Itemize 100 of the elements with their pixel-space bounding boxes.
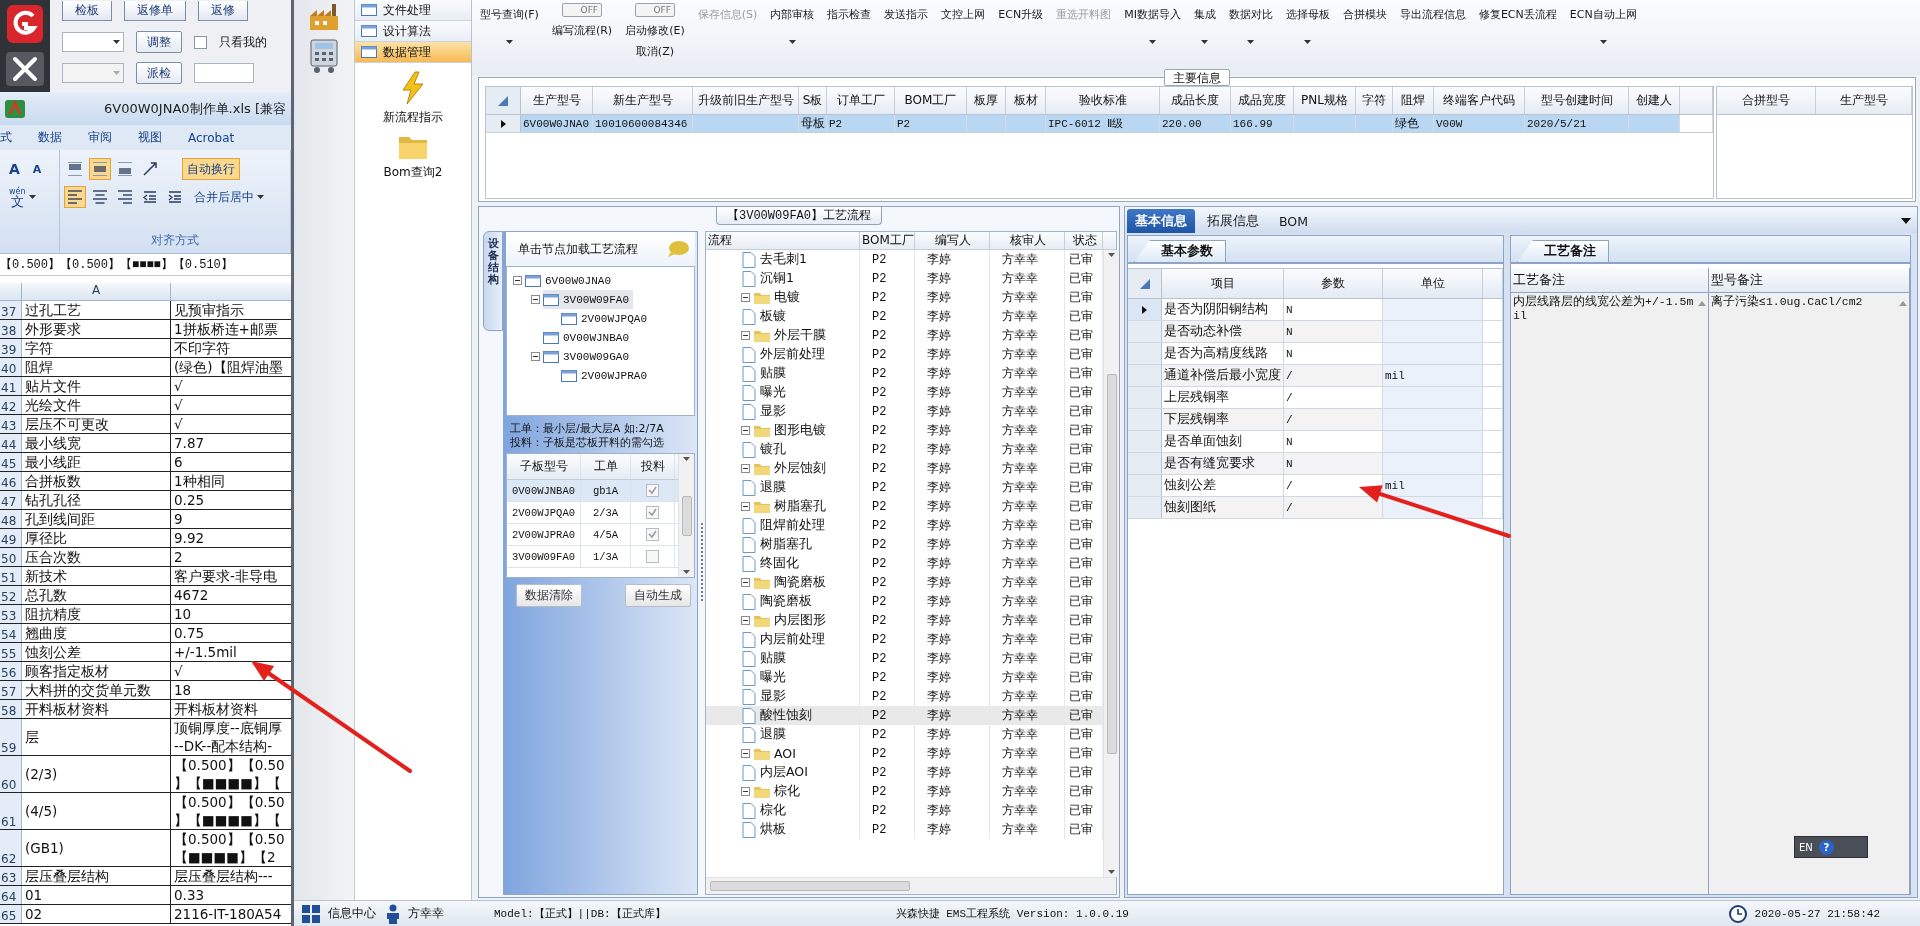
tools-icon[interactable] — [6, 52, 44, 86]
splitter-handle[interactable] — [699, 523, 704, 603]
column-header[interactable]: 工艺备注 — [1511, 268, 1709, 292]
toolbar-button[interactable]: 文控上网 — [941, 7, 986, 22]
column-header[interactable]: 生产型号 — [1816, 87, 1912, 114]
adjust-button[interactable]: 调整 — [136, 31, 182, 53]
column-header[interactable]: PNL规格 — [1294, 87, 1356, 114]
collapse-icon[interactable] — [741, 502, 750, 511]
phonetic-button[interactable]: wén 文 — [4, 186, 41, 208]
flow-step[interactable]: 曝光 — [760, 669, 786, 686]
scrollbar-thumb[interactable] — [1106, 373, 1117, 754]
checkbox[interactable] — [646, 528, 659, 541]
tab[interactable]: 工艺备注 — [1517, 240, 1609, 262]
toolbar-button[interactable]: 数据对比 — [1228, 7, 1273, 44]
collapse-icon[interactable] — [741, 749, 750, 758]
collapse-icon[interactable] — [741, 293, 750, 302]
column-header[interactable]: 型号创建时间 — [1525, 87, 1629, 114]
scrollbar[interactable] — [678, 454, 694, 577]
toolbar-button[interactable]: ECN升级 — [998, 7, 1044, 22]
collapse-icon[interactable] — [513, 276, 522, 285]
toolbar-button[interactable]: ECN自动上网 — [1569, 7, 1637, 44]
column-header[interactable]: S板 — [799, 87, 827, 114]
checkbox[interactable] — [646, 550, 659, 563]
flow-step[interactable]: 图形电镀 — [774, 422, 826, 439]
shrink-font-button[interactable]: A — [27, 158, 47, 180]
scrollbar-thumb[interactable] — [681, 495, 692, 536]
table-row[interactable]: 2V00WJPQA0 2/3A — [507, 502, 678, 524]
flow-step[interactable]: AOI — [774, 746, 796, 761]
column-header[interactable]: 工单 — [581, 454, 631, 479]
column-header[interactable]: 核审人 — [990, 232, 1065, 249]
launcher[interactable]: Bom查询2 — [355, 134, 471, 181]
column-header[interactable]: 编写人 — [915, 232, 990, 249]
column-header[interactable]: 生产型号 — [521, 87, 593, 114]
note-field[interactable]: 内层线路层的线宽公差为+/-1.5mil — [1511, 293, 1709, 894]
toggle-switch[interactable]: OFF — [562, 3, 603, 17]
flow-step[interactable]: 内层图形 — [774, 612, 826, 629]
toolbar-button[interactable]: 集成 — [1193, 7, 1216, 44]
scroll-up-icon[interactable] — [1698, 301, 1706, 306]
flow-step[interactable]: 沉铜1 — [760, 270, 794, 287]
flow-step[interactable]: 贴膜 — [760, 365, 786, 382]
tree-node[interactable]: 6V00W0JNA0 — [525, 271, 615, 290]
table-row[interactable]: 2V00WJPRA0 4/5A — [507, 524, 678, 546]
language-label[interactable]: EN — [1799, 841, 1813, 853]
flow-step[interactable]: 镀孔 — [760, 441, 786, 458]
column-header[interactable]: 单位 — [1383, 269, 1483, 298]
toolbar-button[interactable]: 指示检查 — [827, 7, 872, 22]
grid-icon[interactable] — [302, 904, 320, 923]
collapse-icon[interactable] — [741, 464, 750, 473]
ribbon-tab[interactable]: 数据 — [38, 129, 62, 146]
column-header[interactable]: 成品宽度 — [1231, 87, 1294, 114]
column-header[interactable]: 板材 — [1006, 87, 1046, 114]
formula-bar[interactable]: 【0.500】【0.500】【■■■■】【0.510】 — [0, 254, 291, 276]
grow-font-button[interactable]: A — [4, 158, 25, 180]
nav-item[interactable]: 文件处理 — [355, 0, 471, 21]
scrollbar[interactable] — [706, 877, 1116, 894]
ribbon-tab[interactable]: 审阅 — [88, 129, 112, 146]
nav-item[interactable]: 数据管理 — [355, 42, 471, 63]
tree-node[interactable]: 2V00WJPQA0 — [561, 309, 651, 328]
column-header[interactable]: 终端客户代码 — [1434, 87, 1525, 114]
column-header[interactable]: 型号备注 — [1709, 268, 1910, 292]
scroll-up-icon[interactable] — [1899, 301, 1907, 306]
collapse-icon[interactable] — [741, 331, 750, 340]
nav-item[interactable]: 设计算法 — [355, 21, 471, 42]
flow-step[interactable]: 树脂塞孔 — [774, 498, 826, 515]
toolbar-button[interactable]: 合拼模块 — [1342, 7, 1387, 22]
toolbar-button[interactable]: 型号查询(F) — [480, 7, 539, 44]
column-header[interactable]: 验收标准 — [1046, 87, 1160, 114]
toolbar-button[interactable]: 检板 — [62, 1, 112, 21]
table-row[interactable]: 6V00W0JNA0 10010600084346 母板 P2 P2 IPC-6012 Ⅱ级 220.00 166.99 绿色 V00W 2020/5/21 — [486, 115, 1713, 133]
toolbar-button[interactable]: 选择母板 — [1285, 7, 1330, 44]
collapse-icon[interactable] — [741, 787, 750, 796]
column-header[interactable]: 投料 — [631, 454, 675, 479]
horizontal-align-button[interactable] — [64, 186, 86, 208]
tree-node[interactable]: 0V00WJNBA0 — [543, 328, 633, 347]
toolbar-button[interactable]: 发送指示 — [884, 7, 929, 22]
language-bar[interactable]: EN ? — [1794, 836, 1868, 858]
merge-center-button[interactable]: 合并后居中 — [189, 186, 269, 208]
tab[interactable]: 基本参数 — [1134, 240, 1226, 262]
dropdown[interactable] — [62, 32, 124, 52]
flow-step[interactable]: 退膜 — [760, 479, 786, 496]
flow-step[interactable]: 显影 — [760, 688, 786, 705]
column-header[interactable]: 项目 — [1162, 269, 1284, 298]
ribbon-tab[interactable]: Acrobat — [188, 130, 235, 145]
column-header[interactable]: 参数 — [1284, 269, 1383, 298]
column-header[interactable]: 新生产型号 — [593, 87, 693, 114]
vertical-align-button[interactable] — [89, 158, 111, 180]
flow-step[interactable]: 外层干膜 — [774, 327, 826, 344]
tab[interactable]: 基本信息 — [1127, 209, 1195, 233]
flow-step[interactable]: 酸性蚀刻 — [760, 707, 812, 724]
collapse-icon[interactable] — [741, 578, 750, 587]
checkbox[interactable] — [646, 506, 659, 519]
flow-step[interactable]: 烘板 — [760, 821, 786, 838]
toolbar-button[interactable]: 取消(Z) — [635, 44, 674, 59]
flow-step[interactable]: 显影 — [760, 403, 786, 420]
flow-step[interactable]: 内层前处理 — [760, 631, 825, 648]
scrollbar[interactable] — [1103, 250, 1119, 877]
flow-step[interactable]: 曝光 — [760, 384, 786, 401]
flow-step[interactable]: 陶瓷磨板 — [760, 593, 812, 610]
tree-node[interactable]: 3V00W09FA0 — [543, 290, 633, 309]
column-header[interactable]: 升级前旧生产型号 — [693, 87, 799, 114]
